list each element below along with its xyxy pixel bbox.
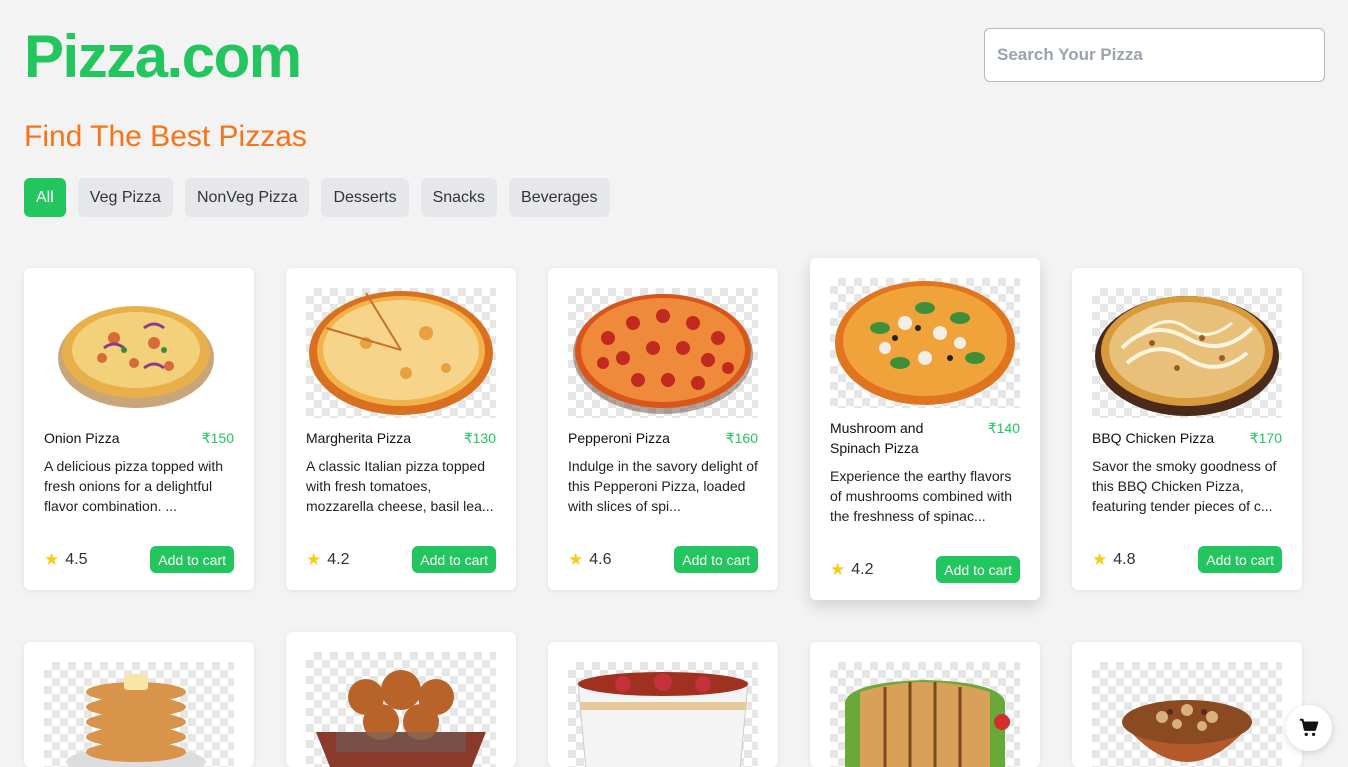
product-price: ₹170 bbox=[1249, 430, 1282, 446]
product-description: Experience the earthy flavors of mushroo… bbox=[830, 468, 1013, 524]
star-icon: ★ bbox=[830, 559, 846, 579]
margherita-pizza-image bbox=[306, 288, 496, 418]
product-description: Indulge in the savory delight of this Pe… bbox=[568, 458, 758, 514]
product-rating: ★ 4.2 bbox=[306, 549, 350, 569]
pepperoni-pizza-image bbox=[568, 288, 758, 418]
cart-icon bbox=[1299, 718, 1319, 737]
product-rating: ★ 4.5 bbox=[44, 549, 88, 569]
add-to-cart-button[interactable]: Add to cart bbox=[936, 556, 1020, 583]
pastry-basket-image bbox=[306, 652, 496, 767]
product-rating: ★ 4.6 bbox=[568, 549, 612, 569]
logo: Pizza.com bbox=[24, 23, 302, 90]
add-to-cart-button[interactable]: Add to cart bbox=[1198, 546, 1282, 573]
product-name: Mushroom and Spinach Pizza bbox=[830, 420, 924, 456]
product-description: Savor the smoky goodness of this BBQ Chi… bbox=[1092, 458, 1277, 514]
star-icon: ★ bbox=[44, 549, 60, 569]
product-name: Pepperoni Pizza bbox=[568, 430, 670, 446]
product-rating: ★ 4.8 bbox=[1092, 549, 1136, 569]
pancakes-image bbox=[44, 662, 234, 767]
star-icon: ★ bbox=[306, 549, 322, 569]
product-card[interactable]: Pepperoni Pizza ₹160 Indulge in the savo… bbox=[548, 268, 778, 590]
bbq-chicken-pizza-image bbox=[1092, 288, 1282, 418]
product-name: Margherita Pizza bbox=[306, 430, 412, 446]
product-card[interactable]: Margherita Pizza ₹130 A classic Italian … bbox=[286, 268, 516, 590]
filter-snacks[interactable]: Snacks bbox=[420, 178, 498, 217]
product-card[interactable] bbox=[24, 642, 254, 767]
product-card[interactable]: BBQ Chicken Pizza ₹170 Savor the smoky g… bbox=[1072, 268, 1302, 590]
product-description: A classic Italian pizza topped with fres… bbox=[306, 458, 494, 514]
product-card[interactable] bbox=[810, 642, 1040, 767]
filter-all[interactable]: All bbox=[24, 178, 66, 217]
filter-beverages[interactable]: Beverages bbox=[509, 178, 610, 217]
product-rating: ★ 4.2 bbox=[830, 559, 874, 579]
cart-button[interactable] bbox=[1286, 705, 1332, 751]
product-card[interactable]: Onion Pizza ₹150 A delicious pizza toppe… bbox=[24, 268, 254, 590]
product-description: A delicious pizza topped with fresh onio… bbox=[44, 458, 223, 514]
granola-bowl-image bbox=[1092, 662, 1282, 767]
product-card[interactable] bbox=[1072, 642, 1302, 767]
add-to-cart-button[interactable]: Add to cart bbox=[150, 546, 234, 573]
product-price: ₹130 bbox=[463, 430, 496, 446]
toasted-sandwich-image bbox=[830, 662, 1020, 767]
search-input[interactable] bbox=[984, 28, 1325, 82]
product-price: ₹160 bbox=[725, 430, 758, 446]
mushroom-spinach-pizza-image bbox=[830, 278, 1020, 408]
product-name: BBQ Chicken Pizza bbox=[1092, 430, 1215, 446]
star-icon: ★ bbox=[1092, 549, 1108, 569]
product-name: Onion Pizza bbox=[44, 430, 120, 446]
filter-desserts[interactable]: Desserts bbox=[321, 178, 409, 217]
category-filters: All Veg Pizza NonVeg Pizza Desserts Snac… bbox=[24, 178, 610, 217]
filter-nonveg-pizza[interactable]: NonVeg Pizza bbox=[184, 178, 310, 217]
add-to-cart-button[interactable]: Add to cart bbox=[674, 546, 758, 573]
product-card[interactable]: Mushroom and Spinach Pizza ₹140 Experien… bbox=[810, 258, 1040, 600]
filter-veg-pizza[interactable]: Veg Pizza bbox=[77, 178, 173, 217]
product-price: ₹150 bbox=[201, 430, 234, 446]
add-to-cart-button[interactable]: Add to cart bbox=[412, 546, 496, 573]
star-icon: ★ bbox=[568, 549, 584, 569]
page-headline: Find The Best Pizzas bbox=[24, 120, 307, 153]
product-price: ₹140 bbox=[987, 420, 1020, 436]
yogurt-parfait-image bbox=[568, 662, 758, 767]
product-card[interactable] bbox=[286, 632, 516, 767]
onion-pizza-image bbox=[44, 288, 234, 418]
product-card[interactable] bbox=[548, 642, 778, 767]
